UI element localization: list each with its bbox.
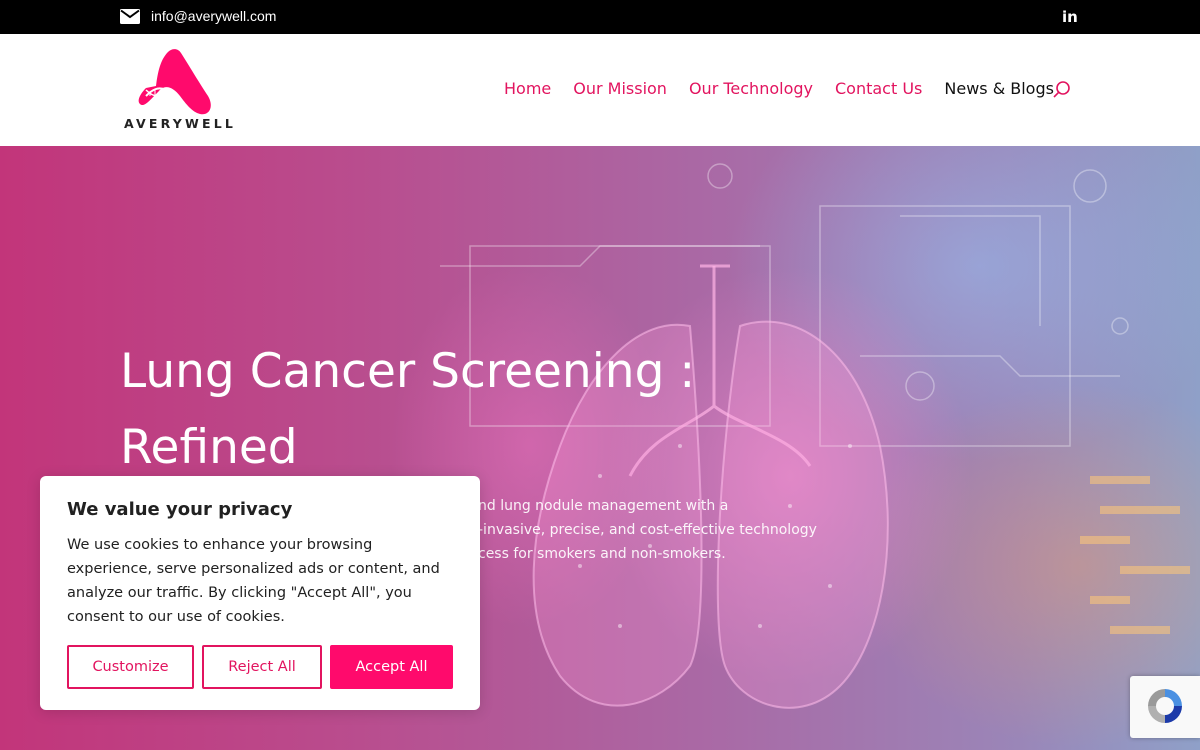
top-bar: info@averywell.com in (0, 0, 1200, 34)
site-header: AVERYWELL Home Our Mission Our Technolog… (0, 34, 1200, 146)
main-nav: Home Our Mission Our Technology Contact … (504, 79, 1076, 98)
cookie-title: We value your privacy (67, 499, 293, 520)
email-link[interactable]: info@averywell.com (120, 8, 276, 24)
nav-our-mission[interactable]: Our Mission (573, 79, 667, 98)
search-icon[interactable] (1052, 80, 1072, 100)
reject-all-button[interactable]: Reject All (202, 645, 322, 689)
email-text: info@averywell.com (151, 8, 277, 24)
logo-text: AVERYWELL (124, 116, 237, 131)
nav-contact-us[interactable]: Contact Us (835, 79, 922, 98)
nav-our-technology[interactable]: Our Technology (689, 79, 813, 98)
recaptcha-icon (1148, 689, 1182, 723)
hero-title: Lung Cancer Screening : Refined (120, 334, 760, 486)
recaptcha-badge[interactable] (1130, 676, 1200, 738)
hero-title-line-1: Lung Cancer Screening : (120, 344, 696, 399)
customize-button[interactable]: Customize (67, 645, 194, 689)
mail-icon (120, 8, 140, 24)
linkedin-icon[interactable]: in (1062, 9, 1078, 25)
accept-all-button[interactable]: Accept All (330, 645, 453, 689)
nav-news-blogs[interactable]: News & Blogs (944, 79, 1054, 98)
cookie-consent-banner: We value your privacy We use cookies to … (40, 476, 480, 710)
cookie-body: We use cookies to enhance your browsing … (67, 537, 440, 625)
hero-title-line-2: Refined (120, 420, 298, 475)
nav-home[interactable]: Home (504, 79, 551, 98)
